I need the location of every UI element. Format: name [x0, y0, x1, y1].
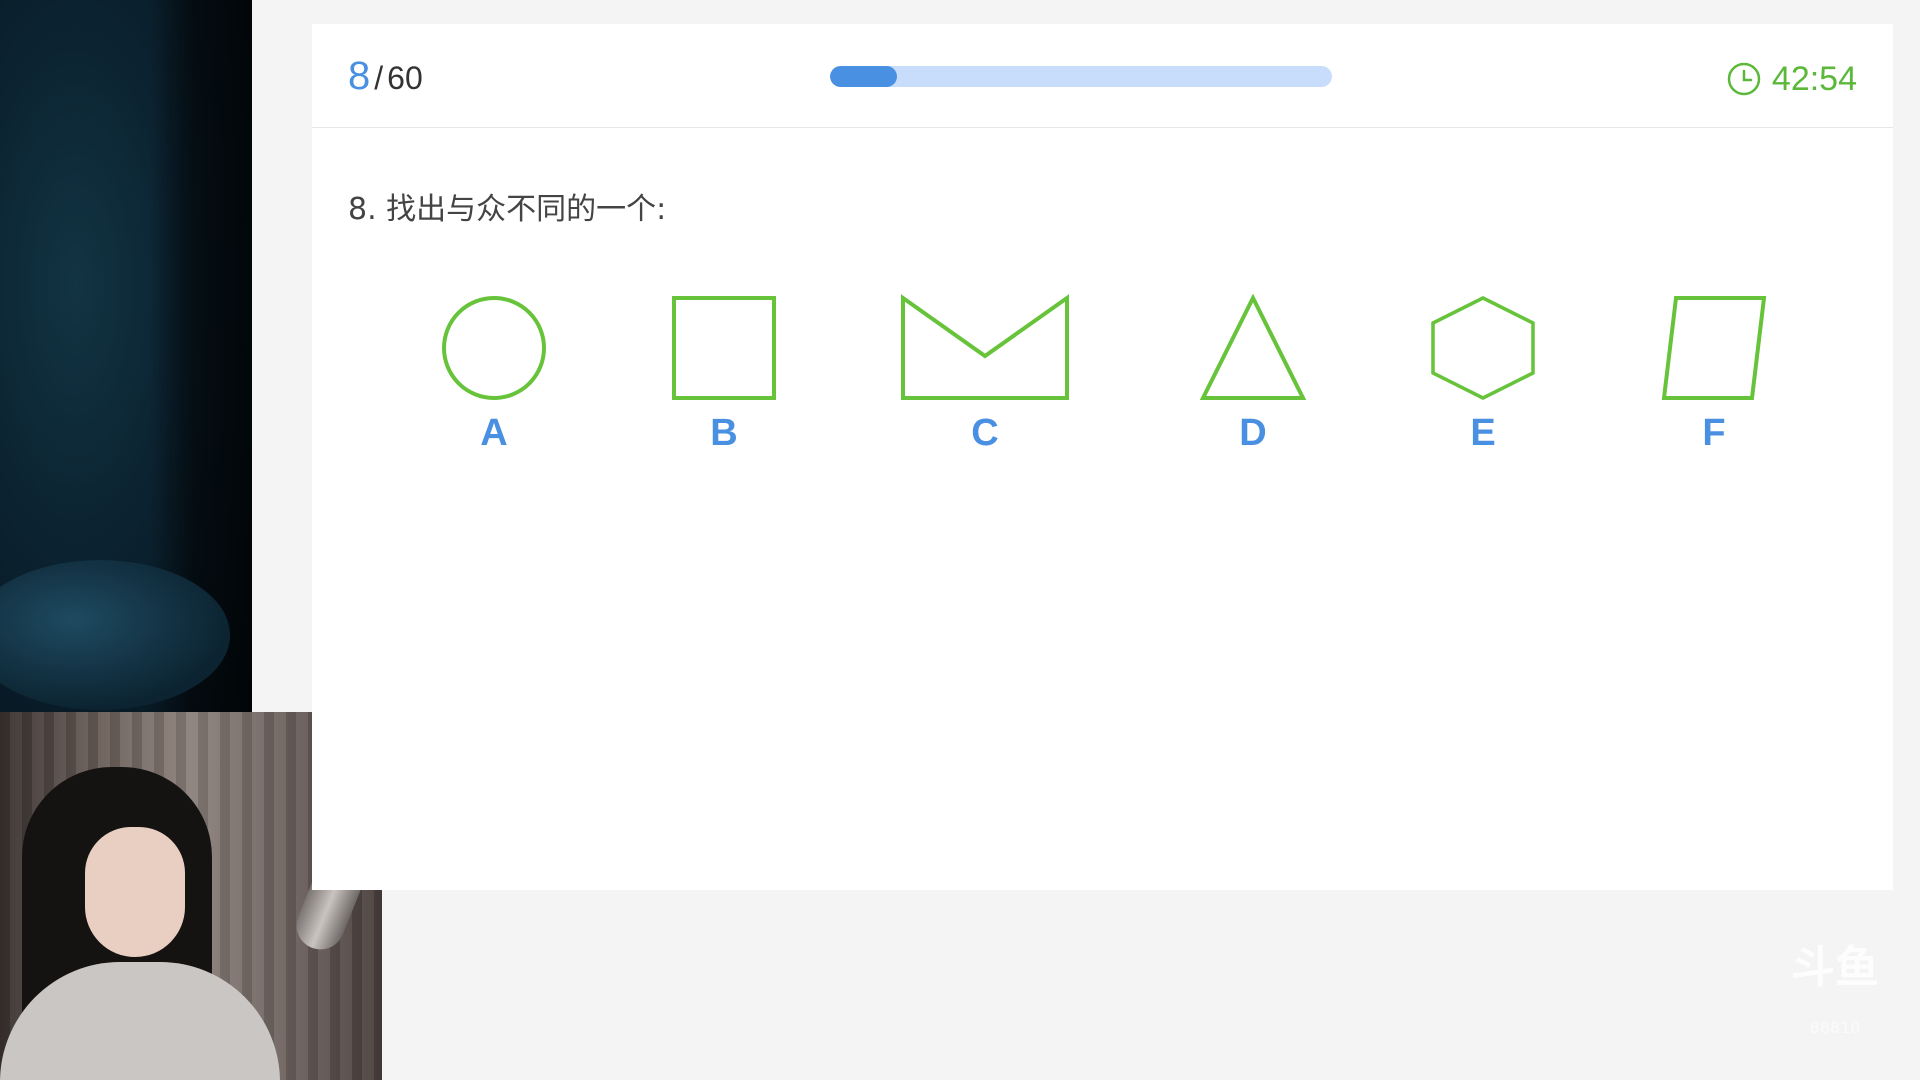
question-text: 8. 找出与众不同的一个: [348, 192, 667, 227]
quiz-header: 8/60 42:54 [312, 24, 1893, 128]
total-questions: 60 [387, 60, 423, 96]
douyu-watermark: 斗鱼 88810 [1780, 944, 1890, 1054]
triangle-icon [1199, 294, 1307, 400]
option-b-label: B [710, 412, 738, 454]
answer-options: A B C D E F [312, 294, 1893, 494]
circle-icon [442, 296, 546, 400]
option-c[interactable]: C [899, 294, 1071, 455]
watermark-room-id: 88810 [1809, 1018, 1861, 1037]
hexagon-icon [1431, 296, 1535, 400]
progress-fill [830, 66, 897, 87]
square-icon [672, 296, 776, 400]
streamer-background-video [0, 0, 252, 712]
timer-value: 42:54 [1771, 59, 1857, 98]
option-a[interactable]: A [440, 294, 548, 455]
option-c-label: C [971, 412, 999, 454]
option-d-label: D [1239, 412, 1267, 454]
envelope-shape-icon [901, 294, 1069, 400]
option-e[interactable]: E [1429, 294, 1537, 455]
quiz-panel: 8/60 42:54 8. 找出与众不同的一个: A B C D E F [312, 24, 1893, 890]
option-f-label: F [1702, 412, 1726, 454]
counter-separator: / [374, 60, 384, 96]
option-e-label: E [1470, 412, 1496, 454]
watermark-logo: 斗鱼 [1791, 942, 1879, 993]
streamer-face [85, 827, 185, 957]
option-a-label: A [480, 412, 508, 454]
option-f[interactable]: F [1660, 294, 1768, 455]
option-b[interactable]: B [670, 294, 778, 455]
option-d[interactable]: D [1199, 294, 1307, 455]
clock-icon [1727, 62, 1761, 96]
current-question-number: 8 [348, 54, 371, 98]
question-counter: 8/60 [348, 54, 423, 104]
countdown-timer: 42:54 [1726, 54, 1857, 104]
progress-bar [830, 66, 1332, 87]
parallelogram-icon [1661, 296, 1767, 400]
